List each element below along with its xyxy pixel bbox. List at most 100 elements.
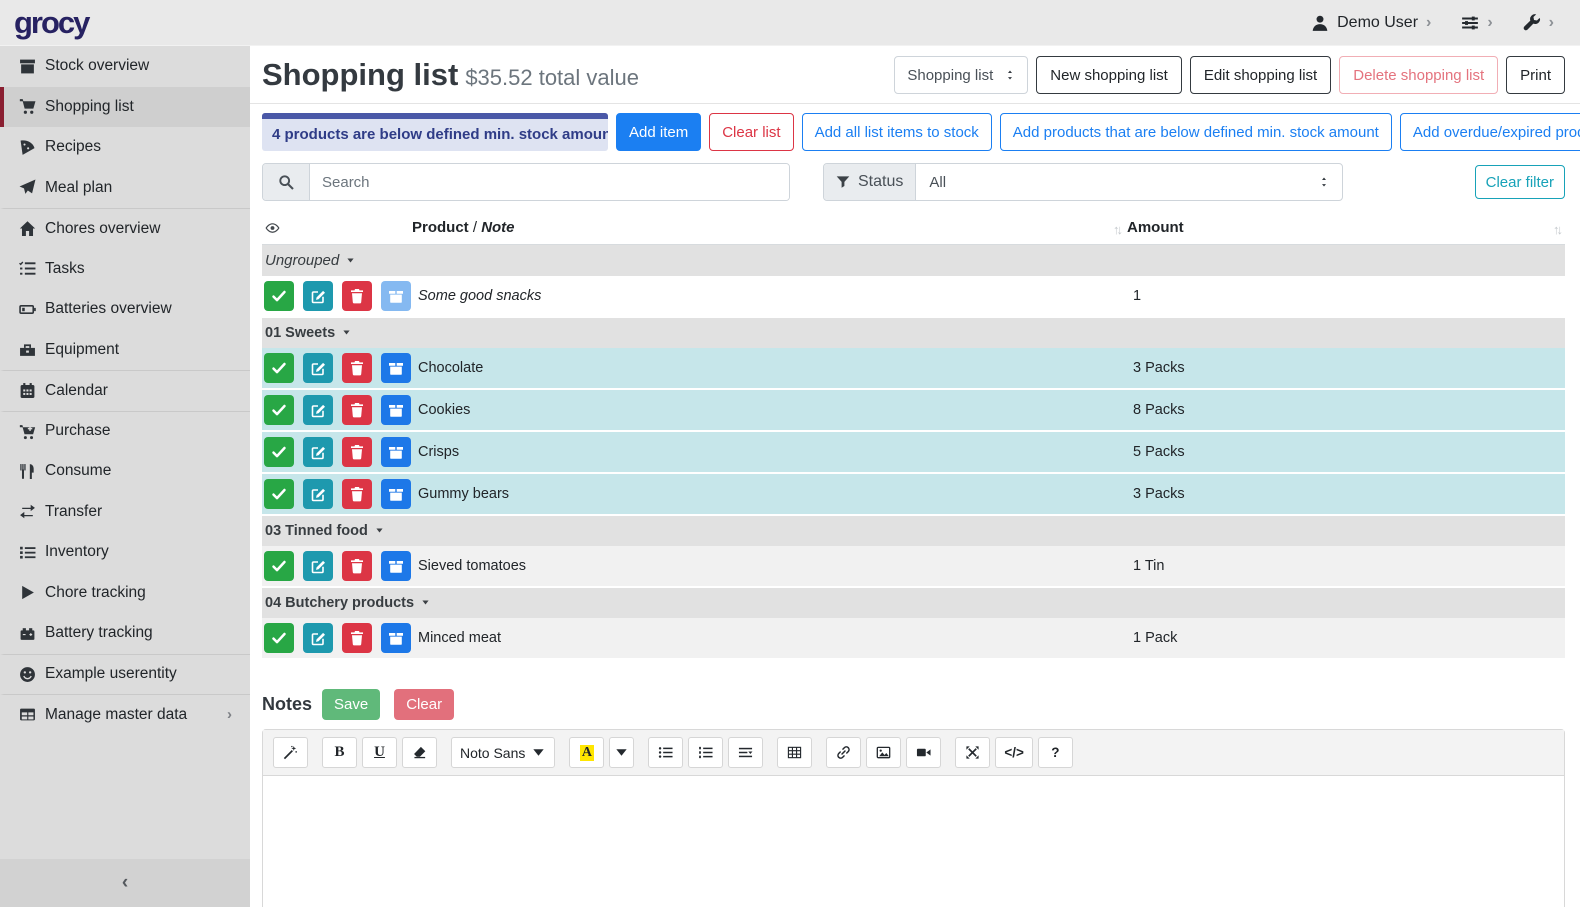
status-select[interactable]: All — [916, 164, 1342, 200]
user-menu[interactable]: Demo User › — [1311, 14, 1431, 32]
sidebar-collapse-button[interactable]: ‹ — [0, 859, 250, 907]
notes-editor-body[interactable] — [263, 776, 1564, 907]
sidebar-item-manage-master-data[interactable]: Manage master data› — [0, 694, 250, 735]
sidebar-item-inventory[interactable]: Inventory — [0, 532, 250, 573]
sidebar-item-equipment[interactable]: Equipment — [0, 330, 250, 371]
sidebar-item-recipes[interactable]: Recipes — [0, 127, 250, 168]
add-to-stock-button[interactable] — [381, 623, 411, 653]
delete-item-button[interactable] — [342, 353, 372, 383]
edit-item-button[interactable] — [303, 395, 333, 425]
print-button[interactable]: Print — [1506, 56, 1565, 94]
unordered-list-button[interactable] — [648, 737, 683, 768]
delete-item-button[interactable] — [342, 437, 372, 467]
sidebar-item-batteries-overview[interactable]: Batteries overview — [0, 289, 250, 330]
edit-item-button[interactable] — [303, 551, 333, 581]
group-row-tinned-food[interactable]: 03 Tinned food — [262, 515, 1565, 546]
add-below-min-button[interactable]: Add products that are below defined min.… — [1000, 113, 1392, 151]
clear-filter-button[interactable]: Clear filter — [1475, 165, 1565, 199]
edit-item-button[interactable] — [303, 353, 333, 383]
paragraph-style-button[interactable] — [728, 737, 763, 768]
underline-button[interactable]: U — [362, 737, 397, 768]
add-to-stock-button[interactable] — [381, 281, 411, 311]
edit-shopping-list-button[interactable]: Edit shopping list — [1190, 56, 1331, 94]
magic-style-button[interactable] — [273, 737, 308, 768]
exchange-arrows-icon — [19, 503, 36, 520]
delete-shopping-list-button[interactable]: Delete shopping list — [1339, 56, 1498, 94]
sidebar-item-battery-tracking[interactable]: Battery tracking — [0, 613, 250, 654]
delete-item-button[interactable] — [342, 395, 372, 425]
product-note-column-header[interactable]: Product / Note ↑↓ — [410, 213, 1125, 245]
sidebar-item-shopping-list[interactable]: Shopping list — [0, 87, 250, 128]
sidebar-item-consume[interactable]: Consume — [0, 451, 250, 492]
mark-done-button[interactable] — [264, 353, 294, 383]
add-to-stock-button[interactable] — [381, 353, 411, 383]
edit-item-button[interactable] — [303, 437, 333, 467]
table-row: Chocolate 3 Packs — [262, 348, 1565, 389]
mark-done-button[interactable] — [264, 395, 294, 425]
sidebar-item-example-userentity[interactable]: Example userentity — [0, 654, 250, 695]
sidebar-item-chores-overview[interactable]: Chores overview — [0, 208, 250, 249]
font-family-dropdown[interactable]: Noto Sans — [451, 737, 555, 768]
topbar: grocy Demo User › › › — [0, 0, 1580, 46]
search-input[interactable] — [310, 164, 789, 200]
insert-video-button[interactable] — [906, 737, 941, 768]
sort-icon[interactable]: ↑↓ — [1113, 222, 1120, 237]
sidebar-item-meal-plan[interactable]: Meal plan — [0, 168, 250, 209]
add-to-stock-button[interactable] — [381, 551, 411, 581]
clear-list-button[interactable]: Clear list — [709, 113, 793, 151]
mark-done-button[interactable] — [264, 281, 294, 311]
new-shopping-list-button[interactable]: New shopping list — [1036, 56, 1182, 94]
sort-icon[interactable]: ↑↓ — [1553, 222, 1560, 237]
edit-item-button[interactable] — [303, 479, 333, 509]
mark-done-button[interactable] — [264, 623, 294, 653]
toggle-done-items-header[interactable] — [262, 213, 410, 245]
amount-column-header[interactable]: Amount ↑↓ — [1125, 213, 1565, 245]
shopping-list-select[interactable]: Shopping list — [894, 56, 1028, 94]
sidebar-item-tasks[interactable]: Tasks — [0, 249, 250, 290]
delete-item-button[interactable] — [342, 551, 372, 581]
add-item-button[interactable]: Add item — [616, 113, 701, 151]
sidebar-item-calendar[interactable]: Calendar — [0, 370, 250, 411]
add-overdue-button[interactable]: Add overdue/expired products — [1400, 113, 1580, 151]
notes-clear-button[interactable]: Clear — [394, 689, 454, 720]
item-amount: 5 Packs — [1125, 431, 1565, 473]
insert-image-button[interactable] — [866, 737, 901, 768]
mark-done-button[interactable] — [264, 551, 294, 581]
admin-menu[interactable]: › — [1523, 14, 1554, 32]
sidebar-item-chore-tracking[interactable]: Chore tracking — [0, 573, 250, 614]
group-row-butchery-products[interactable]: 04 Butchery products — [262, 587, 1565, 618]
bold-button[interactable]: B — [322, 737, 357, 768]
sidebar-item-transfer[interactable]: Transfer — [0, 492, 250, 533]
mark-done-button[interactable] — [264, 437, 294, 467]
add-to-stock-button[interactable] — [381, 395, 411, 425]
insert-table-button[interactable] — [777, 737, 812, 768]
sidebar-item-stock-overview[interactable]: Stock overview — [0, 46, 250, 87]
code-view-button[interactable]: </> — [995, 737, 1033, 768]
item-amount: 3 Packs — [1125, 348, 1565, 389]
product-header-label: Product — [412, 219, 469, 236]
edit-item-button[interactable] — [303, 281, 333, 311]
notes-save-button[interactable]: Save — [322, 689, 380, 720]
help-button[interactable]: ? — [1038, 737, 1073, 768]
add-to-stock-button[interactable] — [381, 479, 411, 509]
mark-done-button[interactable] — [264, 479, 294, 509]
text-color-dropdown[interactable] — [609, 737, 634, 768]
group-row-sweets[interactable]: 01 Sweets — [262, 317, 1565, 348]
trash-icon — [349, 402, 365, 418]
delete-item-button[interactable] — [342, 281, 372, 311]
clear-formatting-button[interactable] — [402, 737, 437, 768]
text-color-button[interactable]: A — [569, 737, 604, 768]
delete-item-button[interactable] — [342, 623, 372, 653]
bold-icon: B — [334, 744, 344, 761]
ordered-list-button[interactable] — [688, 737, 723, 768]
add-all-to-stock-button[interactable]: Add all list items to stock — [802, 113, 992, 151]
sidebar-item-purchase[interactable]: Purchase — [0, 411, 250, 452]
settings-menu[interactable]: › — [1461, 14, 1492, 32]
edit-item-button[interactable] — [303, 623, 333, 653]
fullscreen-button[interactable] — [955, 737, 990, 768]
group-row-ungrouped[interactable]: Ungrouped — [262, 245, 1565, 277]
editor-toolbar: B U Noto Sans A — [263, 730, 1564, 776]
delete-item-button[interactable] — [342, 479, 372, 509]
add-to-stock-button[interactable] — [381, 437, 411, 467]
insert-link-button[interactable] — [826, 737, 861, 768]
